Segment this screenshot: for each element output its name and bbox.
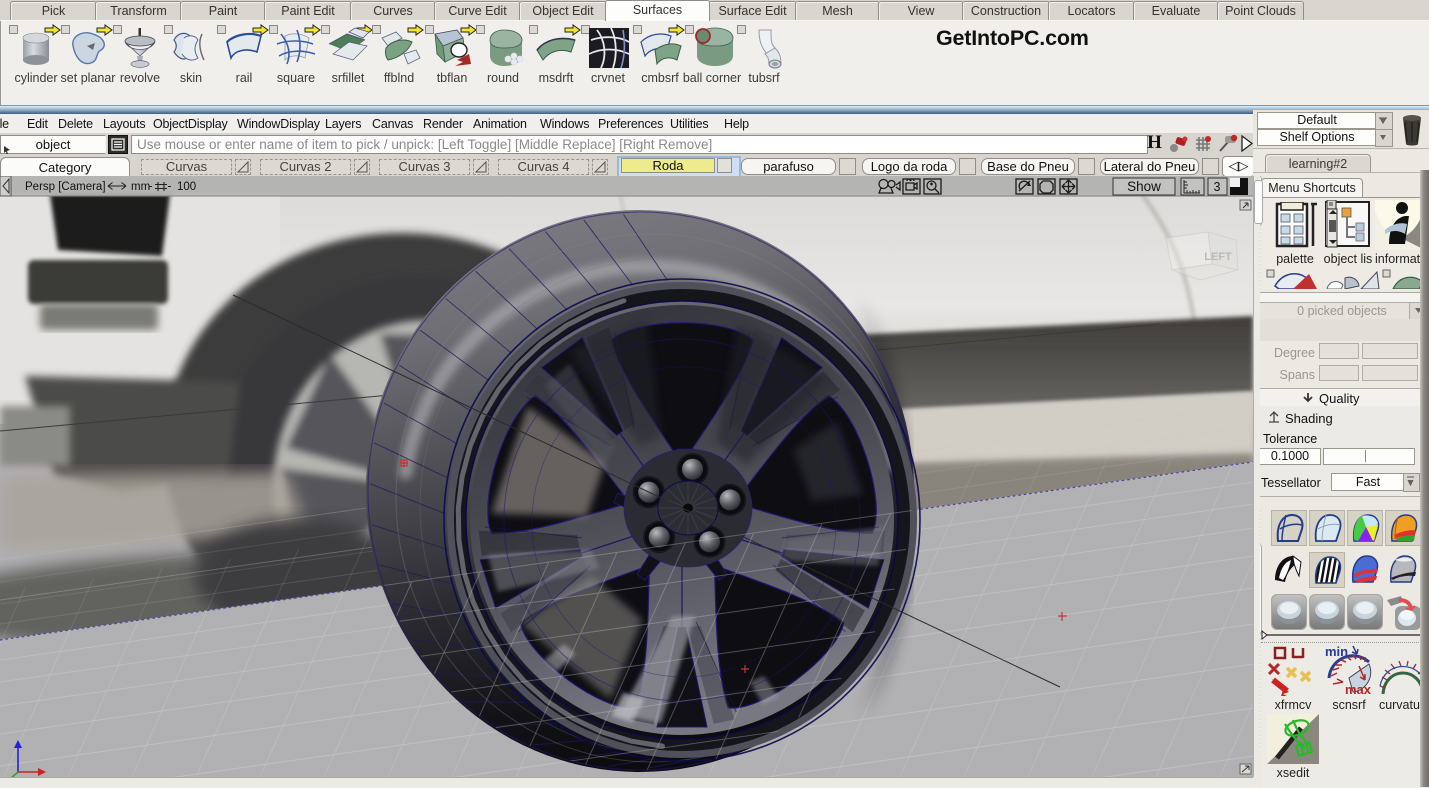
svg-text:Persp [Camera]: Persp [Camera] xyxy=(25,181,106,193)
svg-text:Show: Show xyxy=(1127,179,1161,194)
svg-text:mm: mm xyxy=(131,181,150,193)
svg-text:3: 3 xyxy=(1214,180,1221,194)
svg-text:100: 100 xyxy=(177,181,196,193)
svg-text:LEFT: LEFT xyxy=(1204,251,1232,263)
svg-text:max: max xyxy=(1345,682,1372,696)
